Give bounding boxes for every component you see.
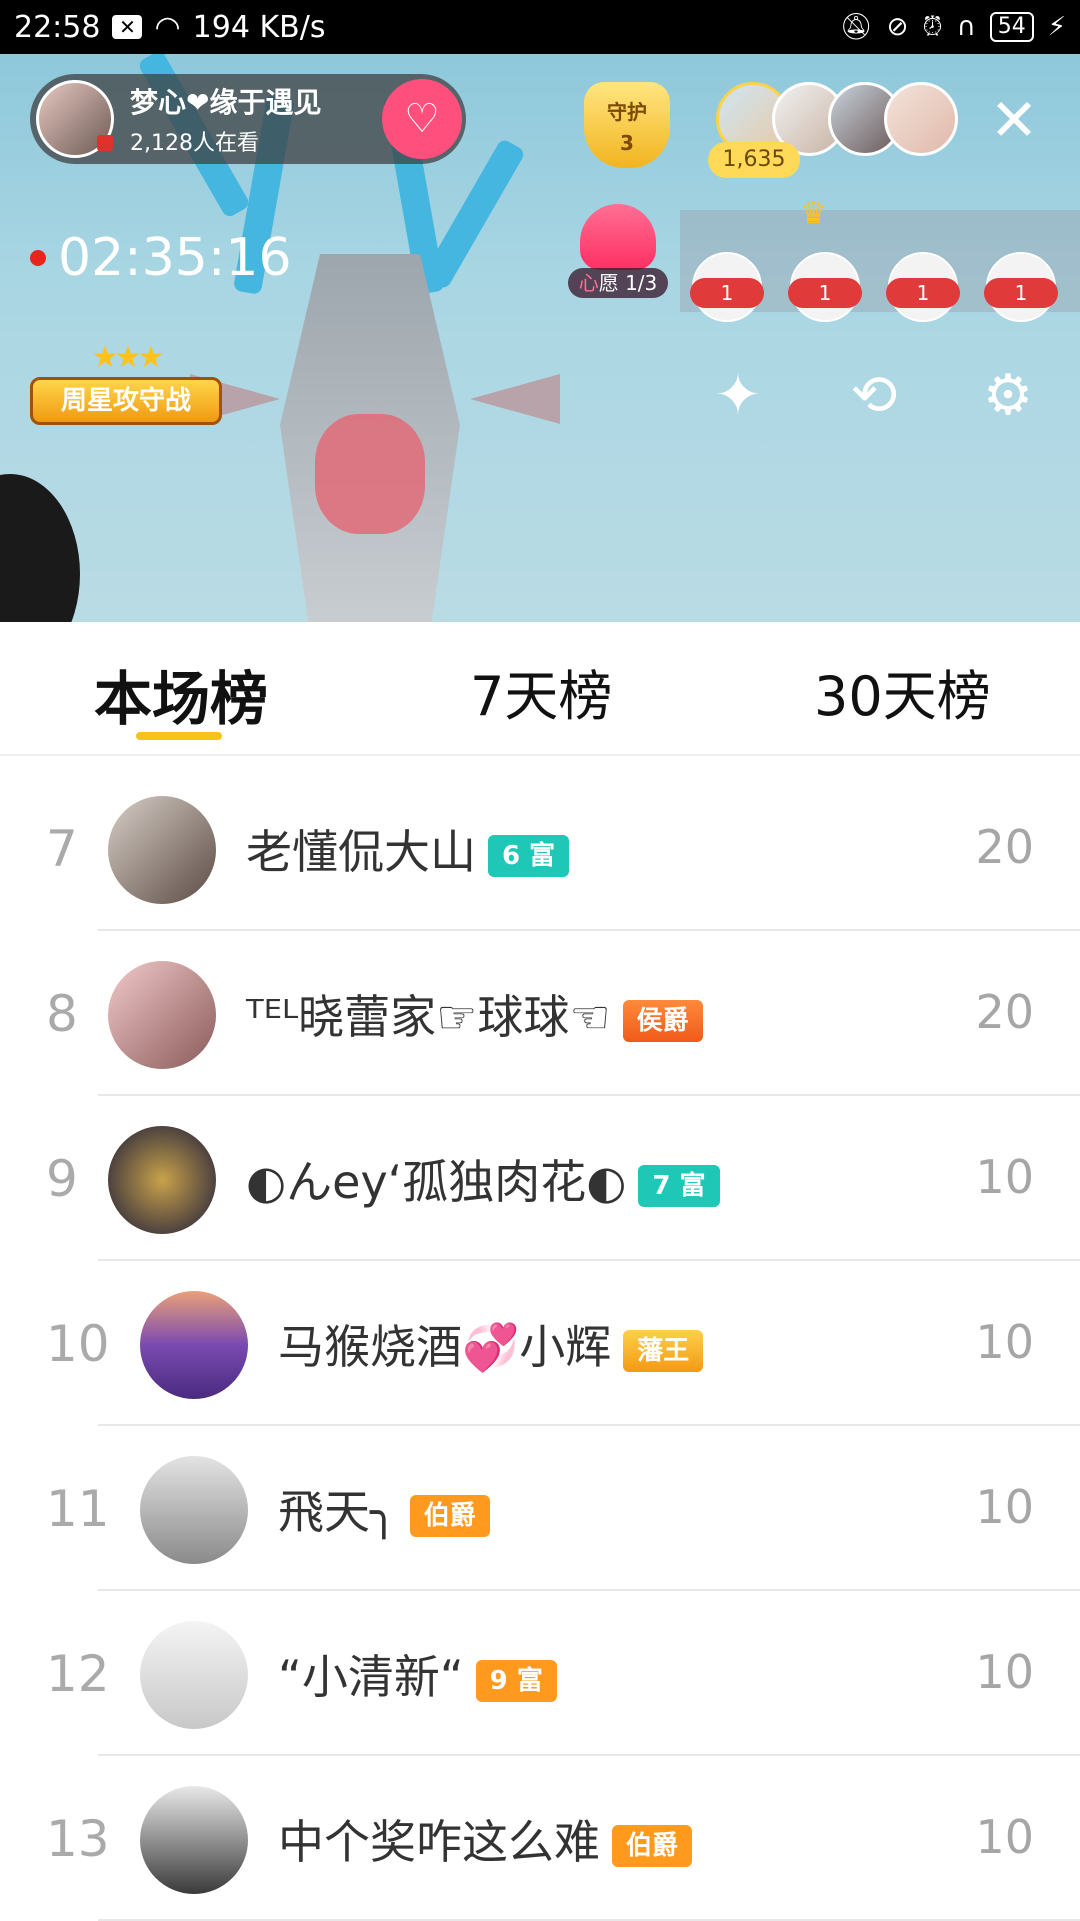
- ranking-tabs: 本场榜 7天榜 30天榜: [0, 622, 1080, 756]
- fan-item[interactable]: 1: [886, 222, 960, 322]
- user-name: 老懂侃大山: [246, 825, 476, 879]
- avatar[interactable]: [140, 1786, 248, 1894]
- tab-30-days[interactable]: 30天榜: [814, 652, 991, 731]
- score: 10: [975, 1150, 1034, 1204]
- ranking-list: 7 老懂侃大山 6 富 20 8 ᵀᴱᴸ晓蕾家☞球球☜ 侯爵 20 9 ◐んey‘孤…: [0, 766, 1080, 1921]
- avatar[interactable]: [884, 82, 958, 156]
- host-name: 梦心❤缘于遇见: [130, 86, 322, 119]
- guard-label: 守护: [607, 100, 647, 124]
- recording-dot-icon: [30, 250, 46, 266]
- user-name: ◐んey‘孤独肉花◐: [246, 1155, 627, 1209]
- timer-text: 02:35:16: [58, 228, 292, 288]
- weekstar-badge[interactable]: ★★★ 周星攻守战: [30, 340, 222, 436]
- mute-icon: 🔕︎: [839, 12, 873, 42]
- tab-indicator: [136, 732, 222, 740]
- crown-icon: ♛: [800, 196, 827, 231]
- guard-badge[interactable]: 守护 3: [584, 82, 674, 168]
- user-name: “小清新“: [278, 1650, 464, 1704]
- star-icon: ★★★: [91, 340, 165, 375]
- avatar[interactable]: [108, 1126, 216, 1234]
- user-name: ᵀᴱᴸ晓蕾家☞球球☜: [246, 990, 611, 1044]
- top-fans: 1 ♛ 1 1 1: [680, 196, 1080, 322]
- video-decor: [470, 374, 560, 424]
- tab-7-days[interactable]: 7天榜: [470, 652, 612, 731]
- user-name: 飛天╮: [278, 1485, 398, 1539]
- table-row[interactable]: 9 ◐んey‘孤独肉花◐ 7 富 10: [0, 1096, 1080, 1261]
- wish-widget[interactable]: 心愿 1/3: [568, 204, 668, 300]
- follow-button[interactable]: ♡: [382, 79, 462, 159]
- wish-label: 心愿 1/3: [568, 268, 668, 298]
- level-badge: 伯爵: [409, 1494, 490, 1537]
- fan-item[interactable]: 1: [690, 222, 764, 322]
- video-decor: [315, 414, 425, 534]
- rank-number: 12: [46, 1645, 110, 1703]
- battery-indicator: 54: [989, 12, 1034, 42]
- network-speed: 194 KB/s: [192, 9, 326, 45]
- level-badge: 6 富: [488, 834, 570, 877]
- rank-number: 9: [46, 1150, 78, 1208]
- magic-wand-icon[interactable]: ✦: [700, 358, 776, 434]
- charging-icon: ⚡︎: [1047, 12, 1066, 42]
- headphones-icon: ∩: [956, 12, 976, 42]
- avatar[interactable]: [140, 1456, 248, 1564]
- wifi-icon: ◠: [154, 9, 181, 45]
- score: 10: [975, 1480, 1034, 1534]
- settings-icon[interactable]: ⚙︎: [970, 358, 1046, 434]
- heart-icon: [580, 204, 656, 270]
- fan-count: 1: [886, 278, 960, 308]
- table-row[interactable]: 13 中个奖咋这么难 伯爵 10: [0, 1756, 1080, 1921]
- flip-camera-icon[interactable]: ⟲: [836, 358, 912, 434]
- live-timer: 02:35:16: [30, 228, 292, 288]
- user-name: 中个奖咋这么难: [278, 1815, 600, 1869]
- fan-count: 1: [984, 278, 1058, 308]
- audience-count: 1,635: [708, 142, 800, 178]
- video-decor: [0, 474, 80, 622]
- level-badge: 9 富: [475, 1659, 557, 1702]
- table-row[interactable]: 7 老懂侃大山 6 富 20: [0, 766, 1080, 931]
- level-badge: 7 富: [638, 1164, 720, 1207]
- fan-item[interactable]: ♛ 1: [788, 196, 862, 322]
- score: 10: [975, 1810, 1034, 1864]
- user-name: 马猴烧酒💞小辉: [278, 1320, 612, 1374]
- viewer-count: 2,128人在看: [130, 131, 259, 156]
- avatar[interactable]: [140, 1621, 248, 1729]
- rank-number: 7: [46, 820, 78, 878]
- table-row[interactable]: 10 马猴烧酒💞小辉 藩王 10: [0, 1261, 1080, 1426]
- table-row[interactable]: 11 飛天╮ 伯爵 10: [0, 1426, 1080, 1591]
- rank-number: 13: [46, 1810, 110, 1868]
- alarm-icon: ⏰︎: [922, 11, 943, 42]
- score: 10: [975, 1645, 1034, 1699]
- status-time: 22:58: [14, 9, 101, 45]
- tab-current[interactable]: 本场榜: [94, 652, 268, 736]
- host-info[interactable]: 梦心❤缘于遇见 2,128人在看 ♡: [30, 74, 466, 164]
- score: 10: [975, 1315, 1034, 1369]
- status-bar: 22:58 ✕ ◠ 194 KB/s 🔕︎ ⊘ ⏰︎ ∩ 54 ⚡︎: [0, 0, 1080, 54]
- level-badge: 伯爵: [612, 1824, 693, 1867]
- close-icon[interactable]: ✕: [984, 90, 1044, 150]
- rank-number: 8: [46, 985, 78, 1043]
- rank-number: 10: [46, 1315, 110, 1373]
- fan-item[interactable]: 1: [984, 222, 1058, 322]
- lock-rotation-icon: ⊘: [886, 12, 909, 42]
- level-badge: 侯爵: [622, 999, 703, 1042]
- avatar[interactable]: [140, 1291, 248, 1399]
- level-badge: 藩王: [623, 1329, 704, 1372]
- fan-count: 1: [690, 278, 764, 308]
- table-row[interactable]: 12 “小清新“ 9 富 10: [0, 1591, 1080, 1756]
- notification-icon: ✕: [112, 15, 143, 39]
- avatar[interactable]: [108, 796, 216, 904]
- host-avatar[interactable]: [36, 80, 114, 158]
- score: 20: [975, 985, 1034, 1039]
- weekstar-label: 周星攻守战: [30, 377, 222, 425]
- score: 20: [975, 820, 1034, 874]
- avatar[interactable]: [108, 961, 216, 1069]
- table-row[interactable]: 8 ᵀᴱᴸ晓蕾家☞球球☜ 侯爵 20: [0, 931, 1080, 1096]
- fan-count: 1: [788, 278, 862, 308]
- rank-number: 11: [46, 1480, 110, 1538]
- guard-count: 3: [620, 131, 634, 155]
